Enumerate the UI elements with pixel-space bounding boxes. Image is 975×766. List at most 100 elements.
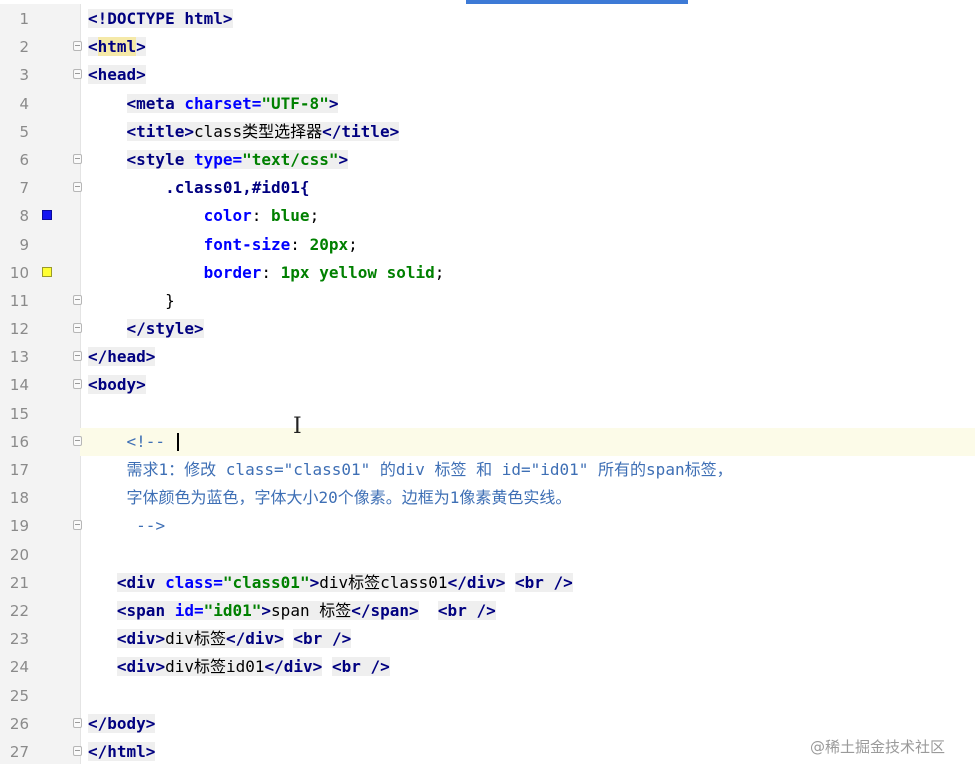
code-token: html	[184, 9, 223, 28]
code-text[interactable]: </body>	[88, 710, 156, 738]
gutter-cell: 25	[0, 682, 80, 710]
gutter-cell: 8	[0, 202, 80, 230]
code-text[interactable]: <title>class类型选择器</title>	[88, 118, 400, 146]
line-number: 11	[9, 291, 29, 310]
code-text[interactable]: border: 1px yellow solid;	[88, 259, 445, 287]
code-text[interactable]: color: blue;	[88, 202, 320, 230]
code-line[interactable]: 7 .class01,#id01{	[0, 174, 975, 202]
code-line[interactable]: 23 <div>div标签</div> <br />	[0, 625, 975, 653]
fold-toggle-icon[interactable]	[73, 182, 82, 193]
gutter-cell: 13	[0, 343, 82, 371]
line-number: 27	[9, 742, 29, 761]
code-line[interactable]: 24 <div>div标签id01</div> <br />	[0, 653, 975, 681]
code-token: >	[338, 149, 349, 169]
code-line[interactable]: 16 <!--	[0, 427, 975, 456]
code-line[interactable]: 5 <title>class类型选择器</title>	[0, 118, 975, 146]
code-text[interactable]: <!DOCTYPE html>	[88, 5, 233, 33]
gutter-cell: 26	[0, 710, 82, 738]
code-line[interactable]: 19 -->	[0, 512, 975, 540]
code-line[interactable]: 26 </body>	[0, 710, 975, 738]
code-token: 1px yellow solid	[280, 262, 435, 282]
gutter-cell: 19	[0, 512, 82, 540]
gutter-cell: 18	[0, 484, 80, 512]
code-line[interactable]: 20	[0, 541, 975, 569]
line-number: 9	[19, 235, 29, 254]
watermark: @稀土掘金技术社区	[810, 738, 946, 756]
line-number: 17	[9, 461, 29, 479]
code-text[interactable]: <span id="id01">span 标签</span> <br />	[88, 597, 496, 625]
fold-toggle-icon[interactable]	[73, 435, 82, 446]
code-line[interactable]: 12 </style>	[0, 315, 975, 343]
code-line[interactable]: 2 <html>	[0, 33, 975, 61]
gutter-cell: 2	[0, 33, 82, 61]
code-line[interactable]: 1 <!DOCTYPE html>	[0, 5, 975, 33]
code-token: -->	[136, 516, 166, 536]
fold-toggle-icon[interactable]	[73, 351, 82, 362]
code-line[interactable]: 3 <head>	[0, 61, 975, 89]
code-text[interactable]: <!--	[88, 428, 179, 456]
fold-toggle-icon[interactable]	[73, 153, 82, 164]
gutter-cell: 14	[0, 371, 82, 399]
code-text[interactable]: </html>	[88, 738, 156, 766]
fold-toggle-icon[interactable]	[73, 294, 82, 305]
line-number: 19	[9, 517, 29, 536]
code-token: :	[251, 206, 272, 226]
code-text[interactable]: -->	[88, 512, 165, 540]
code-text[interactable]: 字体颜色为蓝色，字体大小20个像素。边框为1像素黄色实线。	[88, 484, 572, 512]
active-tab-indicator[interactable]	[466, 0, 688, 4]
code-token: span 标签	[271, 600, 352, 620]
code-line[interactable]: 8 color: blue;	[0, 202, 975, 230]
code-line[interactable]: 4 <meta charset="UTF-8">	[0, 90, 975, 118]
code-text[interactable]: <meta charset="UTF-8">	[88, 90, 339, 118]
code-token: "class01"	[222, 572, 310, 592]
code-text[interactable]: <div class="class01">div标签class01</div> …	[88, 569, 573, 597]
code-token: >	[136, 37, 146, 57]
code-token: 需求1：修改 class="class01" 的div 标签 和 id="id0…	[126, 460, 733, 479]
code-line[interactable]: 25	[0, 682, 975, 710]
code-token: </html>	[88, 741, 156, 761]
code-text[interactable]: font-size: 20px;	[88, 231, 358, 259]
code-text[interactable]: </head>	[88, 343, 156, 371]
code-line[interactable]: 9 font-size: 20px;	[0, 231, 975, 259]
code-text[interactable]: <style type="text/css">	[88, 146, 349, 174]
gutter-cell: 24	[0, 653, 80, 681]
fold-toggle-icon[interactable]	[73, 717, 82, 728]
code-text[interactable]: <div>div标签id01</div> <br />	[88, 653, 390, 681]
code-line[interactable]: 22 <span id="id01">span 标签</span> <br />	[0, 597, 975, 625]
line-number: 26	[9, 714, 29, 733]
line-number: 7	[19, 179, 29, 198]
color-swatch-icon	[42, 210, 52, 221]
fold-toggle-icon[interactable]	[73, 745, 82, 756]
gutter-cell: 17	[0, 456, 80, 484]
code-line[interactable]: 15	[0, 400, 975, 428]
fold-toggle-icon[interactable]	[73, 69, 82, 80]
code-text[interactable]: <head>	[88, 61, 146, 89]
code-line[interactable]: 11 }	[0, 287, 975, 315]
code-token: <br />	[293, 629, 352, 649]
code-line[interactable]: 21 <div class="class01">div标签class01</di…	[0, 569, 975, 597]
code-line[interactable]: 18 字体颜色为蓝色，字体大小20个像素。边框为1像素黄色实线。	[0, 484, 975, 512]
code-token: "text/css"	[242, 149, 339, 169]
fold-toggle-icon[interactable]	[73, 323, 82, 334]
code-editor[interactable]: 1 <!DOCTYPE html> 2 <html> 3 <head> 4 <meta ch…	[0, 5, 975, 766]
code-line[interactable]: 13 </head>	[0, 343, 975, 371]
fold-toggle-icon[interactable]	[73, 379, 82, 390]
code-text[interactable]: 需求1：修改 class="class01" 的div 标签 和 id="id0…	[88, 456, 733, 484]
code-text[interactable]: }	[88, 287, 175, 315]
code-text[interactable]: <div>div标签</div> <br />	[88, 625, 352, 653]
line-number: 13	[9, 348, 29, 367]
line-number: 4	[19, 94, 29, 113]
fold-toggle-icon[interactable]	[73, 41, 82, 52]
code-text[interactable]: .class01,#id01{	[88, 174, 310, 202]
code-text[interactable]: </style>	[88, 315, 204, 343]
code-text[interactable]: <html>	[88, 33, 146, 61]
code-line[interactable]: 17 需求1：修改 class="class01" 的div 标签 和 id="…	[0, 456, 975, 484]
code-line[interactable]: 14 <body>	[0, 371, 975, 399]
code-token: <div>	[116, 629, 166, 649]
line-number: 18	[9, 489, 29, 508]
code-line[interactable]: 6 <style type="text/css">	[0, 146, 975, 174]
code-text[interactable]: <body>	[88, 371, 146, 399]
code-token: <title>	[126, 121, 194, 141]
fold-toggle-icon[interactable]	[73, 520, 82, 531]
code-line[interactable]: 10 border: 1px yellow solid;	[0, 259, 975, 287]
